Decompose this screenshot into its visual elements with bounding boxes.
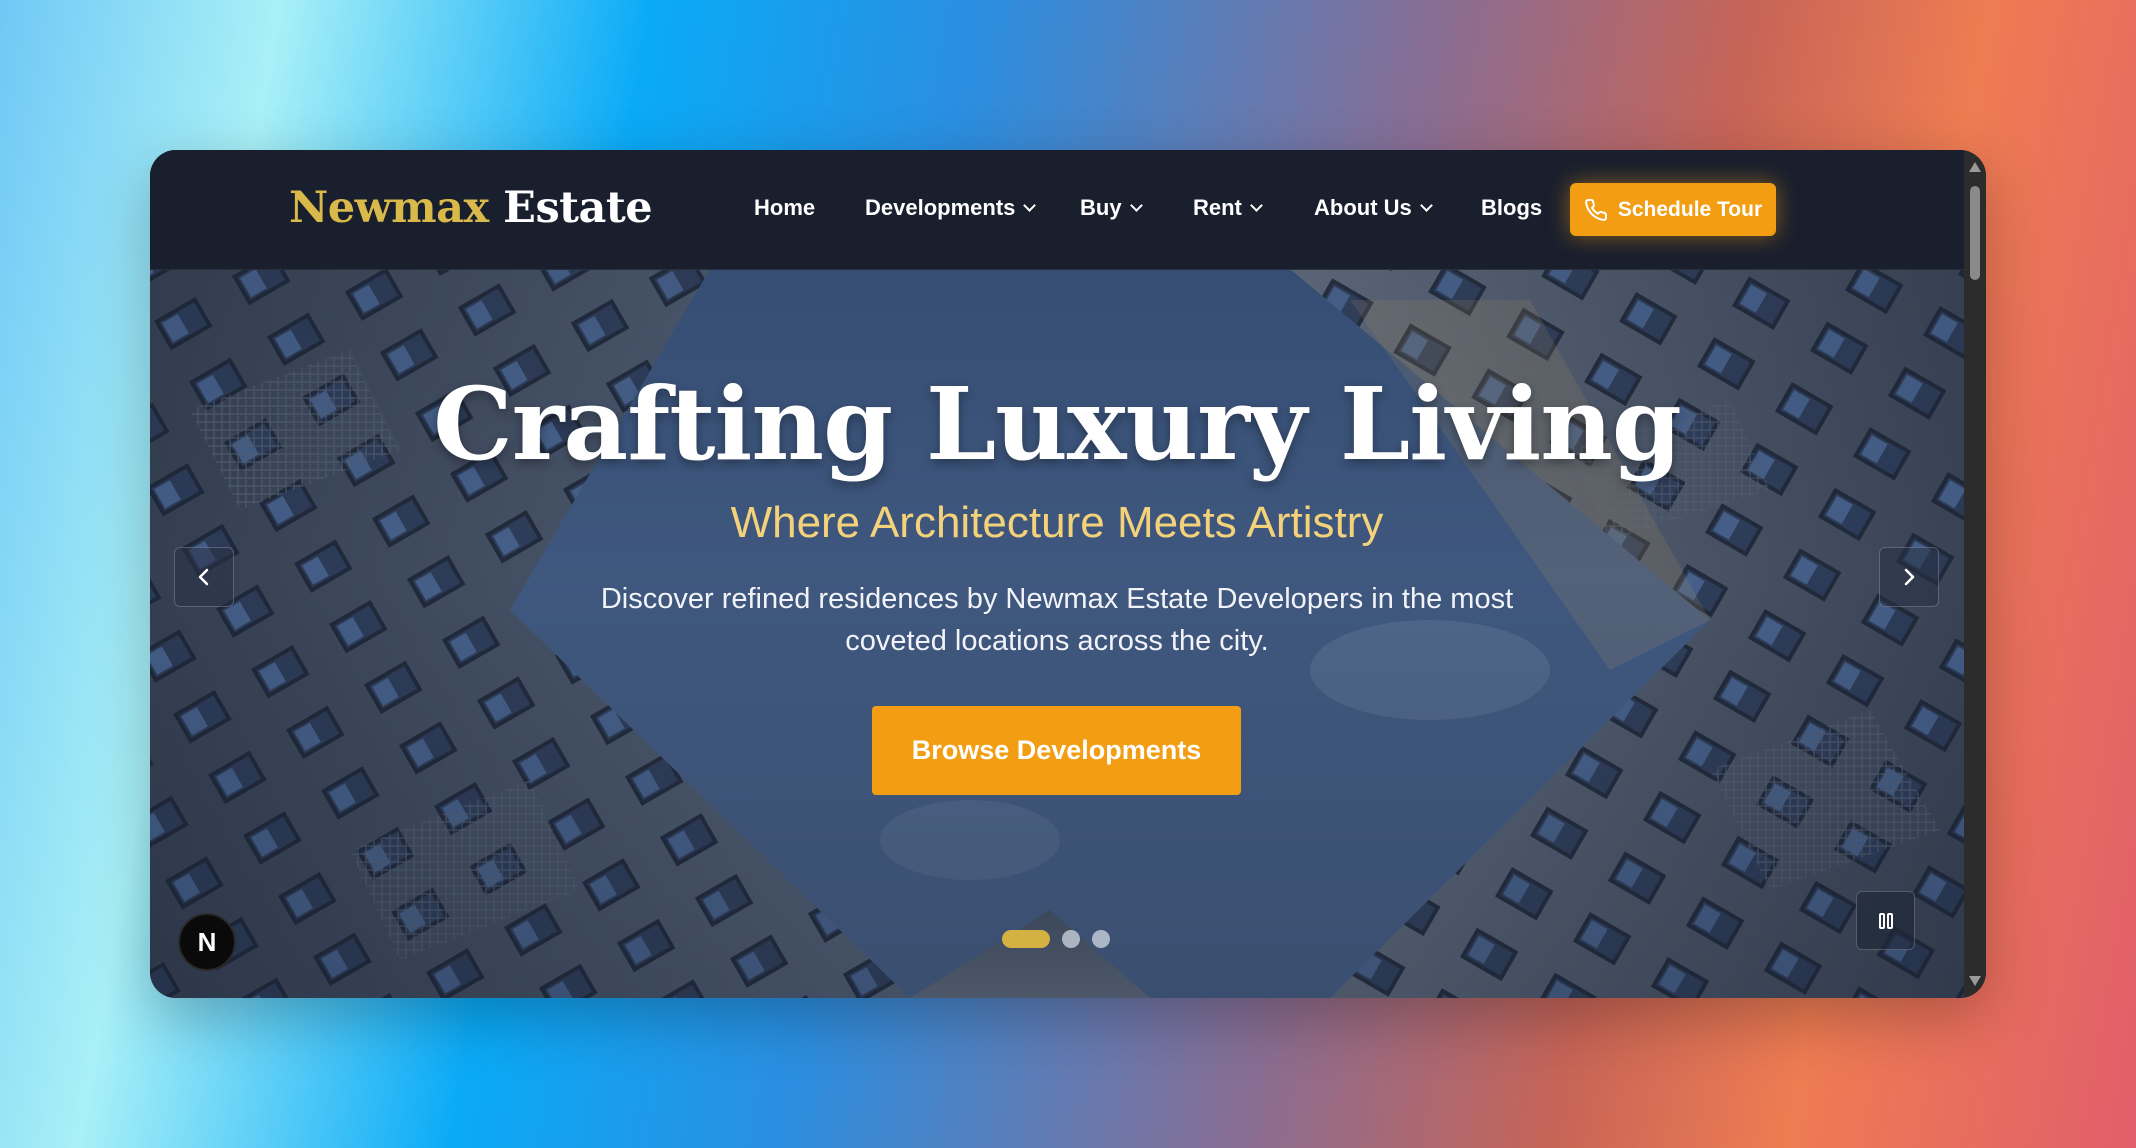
navbar: Newmax Estate Home Developments Buy Rent… (150, 150, 1964, 270)
browser-window: Newmax Estate Home Developments Buy Rent… (150, 150, 1986, 998)
hero-carousel: Newmax Estate Home Developments Buy Rent… (150, 150, 1964, 998)
framework-badge[interactable]: N (178, 913, 236, 971)
hero-description: Discover refined residences by Newmax Es… (570, 578, 1544, 662)
browse-developments-button[interactable]: Browse Developments (872, 706, 1241, 795)
nav-label: Rent (1193, 195, 1242, 220)
previous-slide-button[interactable] (174, 547, 234, 607)
next-slide-button[interactable] (1879, 547, 1939, 607)
scroll-thumb[interactable] (1970, 186, 1980, 280)
phone-icon (1584, 198, 1607, 221)
slide-dot-1[interactable] (1002, 930, 1050, 948)
chevron-down-icon (1419, 199, 1433, 212)
scroll-down-arrow-icon[interactable] (1969, 976, 1981, 986)
vertical-scrollbar[interactable] (1964, 150, 1986, 998)
pause-autoplay-button[interactable] (1856, 891, 1915, 950)
pause-icon (1878, 912, 1893, 929)
slide-dot-2[interactable] (1062, 930, 1080, 948)
nav-item-blogs[interactable]: Blogs (1481, 195, 1542, 221)
nav-item-rent[interactable]: Rent (1193, 195, 1263, 221)
nav-label: Developments (865, 195, 1016, 220)
hero-description-line: Discover refined residences by Newmax Es… (600, 583, 1514, 615)
slide-dot-3[interactable] (1092, 930, 1110, 948)
nav-label: About Us (1314, 195, 1412, 220)
hero-title: Crafting Luxury Living (433, 365, 1682, 483)
schedule-tour-label: Schedule Tour (1617, 197, 1763, 221)
schedule-tour-button[interactable]: Schedule Tour (1570, 183, 1776, 236)
chevron-left-icon (198, 568, 209, 586)
hero-description-line: coveted locations across the city. (845, 625, 1269, 657)
nav-item-about-us[interactable]: About Us (1314, 195, 1433, 221)
hero-subtitle: Where Architecture Meets Artistry (730, 498, 1384, 547)
nav-item-home[interactable]: Home (754, 195, 815, 221)
nav-label: Blogs (1481, 195, 1543, 220)
logo[interactable]: Newmax Estate (289, 183, 653, 233)
slide-indicators (1002, 930, 1110, 948)
scroll-up-arrow-icon[interactable] (1969, 162, 1981, 172)
chevron-down-icon (1129, 199, 1143, 212)
logo-part-gold: Newmax (289, 183, 489, 233)
logo-part-white: Estate (503, 183, 653, 233)
nav-item-developments[interactable]: Developments (865, 195, 1037, 221)
chevron-down-icon (1250, 199, 1263, 212)
hero-overlay (150, 150, 1964, 998)
chevron-down-icon (1023, 199, 1037, 212)
nav-label: Home (754, 195, 816, 220)
chevron-right-icon (1904, 568, 1915, 586)
nav-item-buy[interactable]: Buy (1080, 195, 1143, 221)
nav-label: Buy (1080, 195, 1122, 220)
